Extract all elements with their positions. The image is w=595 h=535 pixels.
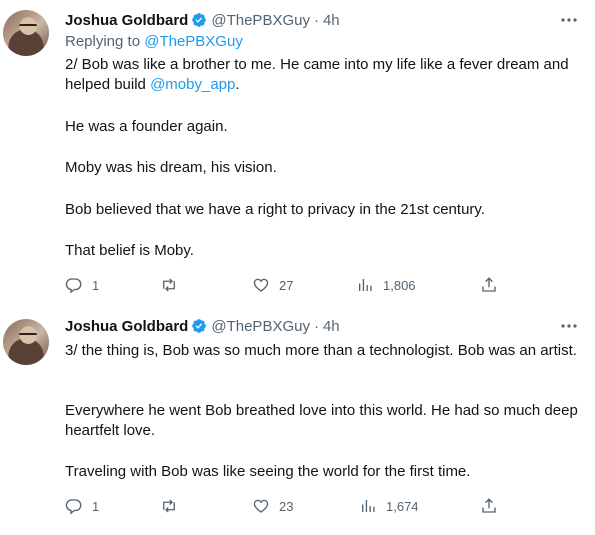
views-bar-chart-icon: [359, 279, 372, 291]
like-count: 23: [279, 498, 294, 514]
like-count: 27: [279, 277, 294, 293]
replying-to-handle[interactable]: @ThePBXGuy: [144, 33, 243, 50]
reply-button[interactable]: 1: [65, 275, 99, 295]
avatar[interactable]: [3, 10, 49, 56]
timestamp[interactable]: 4h: [323, 318, 340, 335]
tweet-paragraph: 2/ Bob was like a brother to me. He came…: [65, 55, 580, 95]
retweet-icon: [163, 278, 175, 292]
retweet-button[interactable]: [160, 496, 187, 516]
share-button[interactable]: [480, 496, 507, 516]
tweet-paragraph: Bob believed that we have a right to pri…: [65, 201, 485, 218]
share-button[interactable]: [480, 275, 507, 295]
reply-button[interactable]: 1: [65, 496, 99, 516]
retweet-button[interactable]: [160, 275, 187, 295]
reply-icon: [65, 499, 82, 515]
tweet-paragraph: Traveling with Bob was like seeing the w…: [65, 463, 471, 480]
share-icon: [482, 277, 496, 292]
author-handle[interactable]: @ThePBXGuy: [211, 12, 310, 29]
replying-to: Replying to @ThePBXGuy: [65, 33, 243, 50]
heart-icon: [253, 278, 269, 292]
paragraph-tail: .: [235, 76, 240, 93]
author-name[interactable]: Joshua Goldbard: [65, 318, 188, 335]
verified-badge-icon: [192, 13, 207, 27]
views-button[interactable]: 1,674: [359, 496, 419, 516]
tweet-actions: 1 23 1,674: [65, 496, 505, 516]
separator-dot: ·: [313, 11, 319, 29]
views-button[interactable]: 1,806: [356, 275, 416, 295]
separator-dot: ·: [313, 317, 319, 335]
views-bar-chart-icon: [362, 500, 375, 512]
author-handle[interactable]: @ThePBXGuy: [211, 318, 310, 335]
more-dots-icon[interactable]: [559, 319, 579, 333]
views-count: 1,806: [383, 277, 416, 293]
verified-badge-icon: [192, 319, 207, 333]
reply-icon: [65, 278, 82, 294]
views-count: 1,674: [386, 498, 419, 514]
more-dots-icon[interactable]: [559, 13, 579, 27]
tweet-header: Joshua Goldbard @ThePBXGuy · 4h: [65, 9, 340, 31]
timestamp[interactable]: 4h: [323, 12, 340, 29]
paragraph-text: 2/ Bob was like a brother to me. He came…: [65, 56, 569, 93]
avatar[interactable]: [3, 319, 49, 365]
tweet-actions: 1 27 1,806: [65, 275, 505, 295]
author-name[interactable]: Joshua Goldbard: [65, 12, 188, 29]
like-button[interactable]: 27: [252, 275, 293, 295]
heart-icon: [253, 499, 269, 513]
tweet-paragraph: Everywhere he went Bob breathed love int…: [65, 402, 578, 439]
replying-to-label: Replying to: [65, 33, 141, 50]
tweet-paragraph: Moby was his dream, his vision.: [65, 159, 277, 176]
reply-count: 1: [92, 277, 100, 293]
reply-count: 1: [92, 498, 100, 514]
tweet-paragraph: He was a founder again.: [65, 118, 228, 135]
like-button[interactable]: 23: [252, 496, 293, 516]
retweet-icon: [163, 499, 175, 513]
share-icon: [482, 498, 496, 513]
tweet-paragraph: That belief is Moby.: [65, 242, 194, 259]
mention-link[interactable]: @moby_app: [150, 76, 235, 93]
tweet-header: Joshua Goldbard @ThePBXGuy · 4h: [65, 315, 340, 337]
tweet-paragraph: 3/ the thing is, Bob was so much more th…: [65, 342, 577, 359]
